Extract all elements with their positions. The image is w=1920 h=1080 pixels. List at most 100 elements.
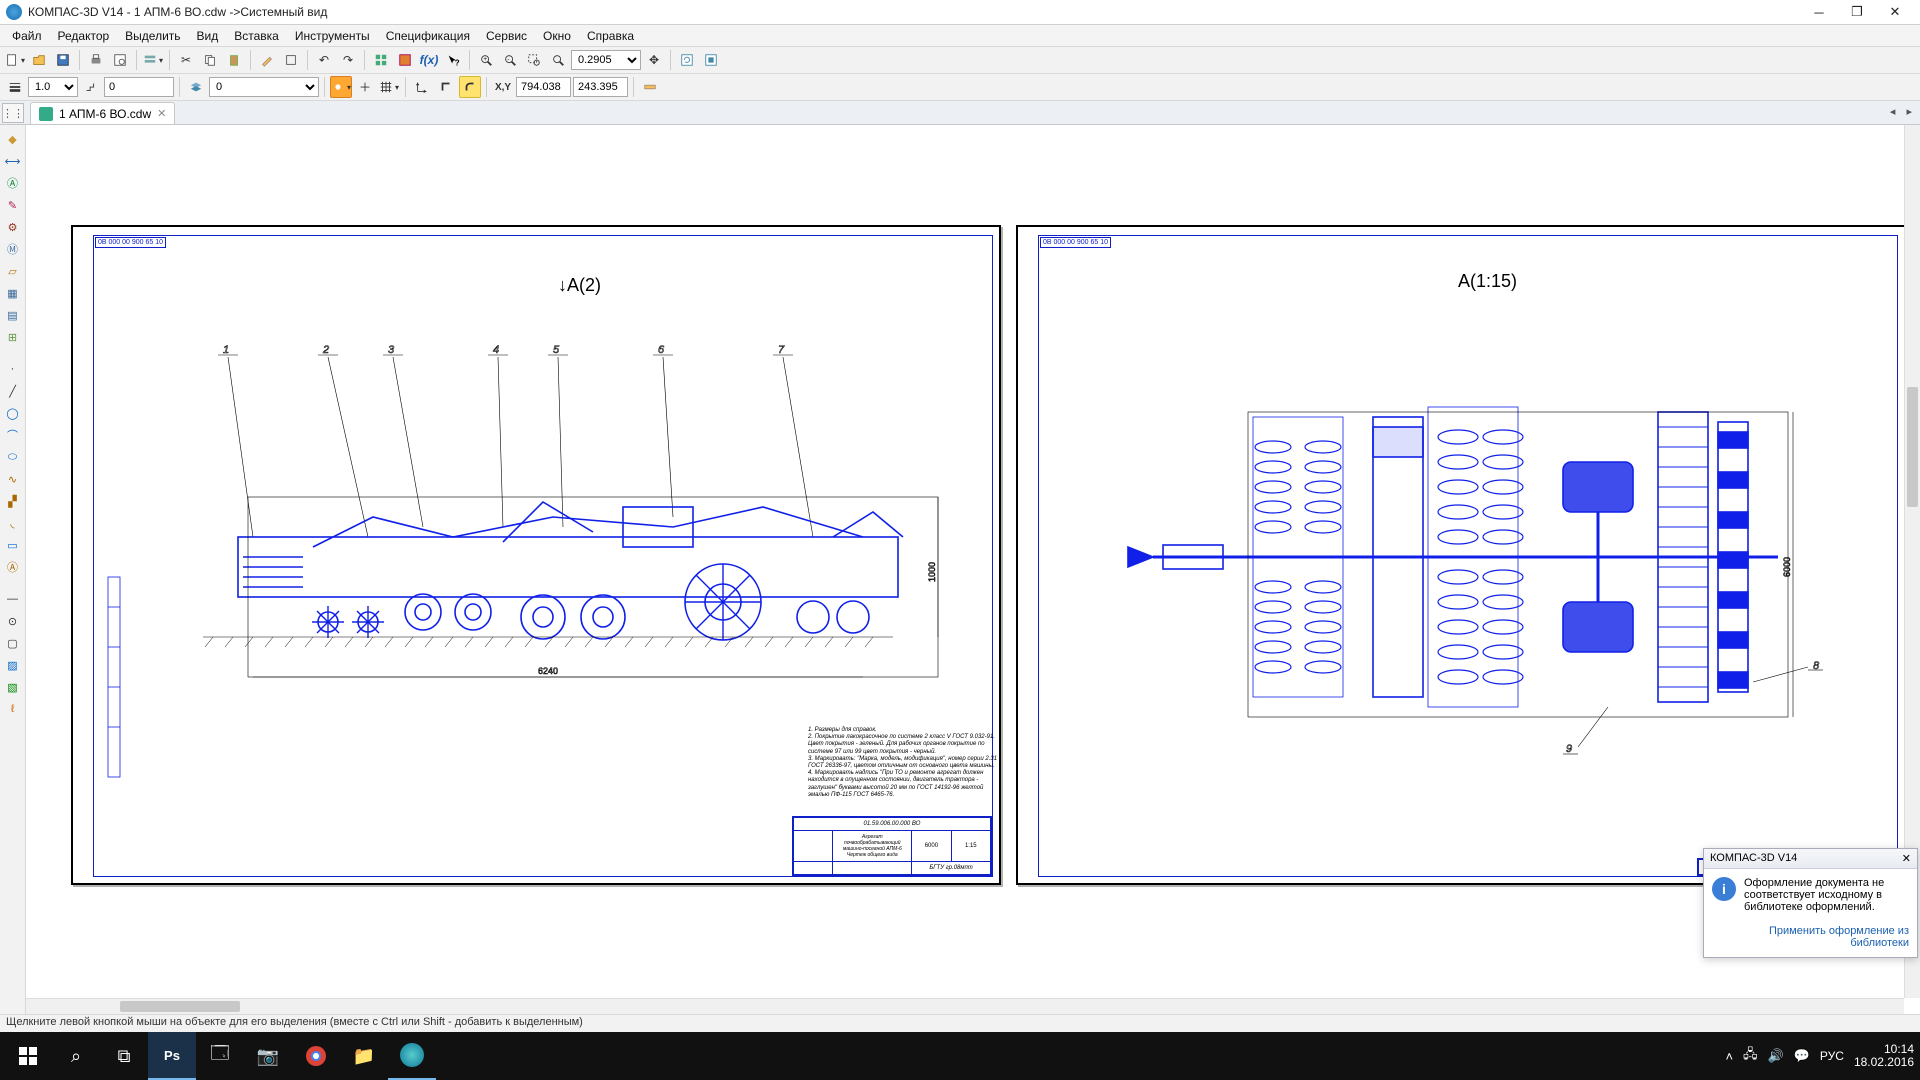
- zoom-window-button[interactable]: [523, 49, 545, 71]
- copy-button[interactable]: [199, 49, 221, 71]
- paste-button[interactable]: [223, 49, 245, 71]
- zoom-in-button[interactable]: +: [475, 49, 497, 71]
- style-button[interactable]: [256, 49, 278, 71]
- step-icon[interactable]: [80, 76, 102, 98]
- task-ps[interactable]: Ps: [148, 1032, 196, 1080]
- hrect-tool[interactable]: ▢: [3, 633, 23, 653]
- line-tool[interactable]: ╱: [3, 381, 23, 401]
- rect-tool[interactable]: ▭: [3, 535, 23, 555]
- dimensions-panel-button[interactable]: ⟷: [3, 151, 23, 171]
- cut-button[interactable]: ✂: [175, 49, 197, 71]
- tray-up-icon[interactable]: ˄: [1725, 1049, 1733, 1064]
- menu-service[interactable]: Сервис: [478, 27, 535, 45]
- doc-tab-close[interactable]: ✕: [157, 107, 166, 120]
- local-cs-button[interactable]: [411, 76, 433, 98]
- task-kompas[interactable]: [388, 1032, 436, 1080]
- zoom-combo[interactable]: 0.2905: [571, 50, 641, 70]
- doc-tab-active[interactable]: 1 АПМ-6 ВО.cdw ✕: [30, 102, 175, 124]
- measure-button[interactable]: [639, 76, 661, 98]
- menu-tools[interactable]: Инструменты: [287, 27, 378, 45]
- format-button[interactable]: [280, 49, 302, 71]
- menu-select[interactable]: Выделить: [117, 27, 188, 45]
- grid-button[interactable]: [378, 76, 400, 98]
- tray-network-icon[interactable]: 🖧: [1743, 1045, 1758, 1067]
- spec-panel-button[interactable]: ▦: [3, 283, 23, 303]
- select-panel-button[interactable]: ▱: [3, 261, 23, 281]
- ortho-button[interactable]: [435, 76, 457, 98]
- refresh-button[interactable]: [676, 49, 698, 71]
- tray-action-icon[interactable]: 💬: [1794, 1048, 1810, 1064]
- close-button[interactable]: ✕: [1876, 0, 1914, 25]
- coord-y-input[interactable]: [573, 77, 628, 97]
- hcircle-tool[interactable]: ⊙: [3, 611, 23, 631]
- scrollbar-horizontal[interactable]: [26, 998, 1904, 1014]
- polygon-tool[interactable]: Ⓐ: [3, 557, 23, 577]
- rebuild-button[interactable]: [700, 49, 722, 71]
- tray-volume-icon[interactable]: 🔊: [1768, 1048, 1784, 1064]
- linewidth-combo[interactable]: 1.0: [28, 77, 78, 97]
- spline-tool[interactable]: ∿: [3, 469, 23, 489]
- edit-panel-button[interactable]: ✎: [3, 195, 23, 215]
- task-camera[interactable]: 📷: [244, 1032, 292, 1080]
- step-input[interactable]: [104, 77, 174, 97]
- chamfer-tool[interactable]: ▞: [3, 491, 23, 511]
- hatch-tool[interactable]: ▨: [3, 655, 23, 675]
- fillet-tool[interactable]: ◟: [3, 513, 23, 533]
- coord-x-input[interactable]: [516, 77, 571, 97]
- measure-panel-button[interactable]: Ⓜ: [3, 239, 23, 259]
- redo-button[interactable]: ↷: [337, 49, 359, 71]
- menu-file[interactable]: Файл: [4, 27, 50, 45]
- snap-button[interactable]: [330, 76, 352, 98]
- print-button[interactable]: [85, 49, 107, 71]
- notif-close[interactable]: ✕: [1902, 852, 1911, 865]
- geometry-panel-button[interactable]: ◆: [3, 129, 23, 149]
- search-button[interactable]: ⌕: [52, 1032, 100, 1080]
- ellipse-tool[interactable]: ⬭: [3, 447, 23, 467]
- ortho régime-button[interactable]: [354, 76, 376, 98]
- menu-view[interactable]: Вид: [189, 27, 227, 45]
- task-chrome[interactable]: [292, 1032, 340, 1080]
- library-manager-button[interactable]: [370, 49, 392, 71]
- zoom-fit-button[interactable]: [547, 49, 569, 71]
- menu-insert[interactable]: Вставка: [226, 27, 287, 45]
- tray-clock[interactable]: 10:14 18.02.2016: [1854, 1043, 1914, 1069]
- fx-button[interactable]: f(x): [418, 49, 440, 71]
- undo-button[interactable]: ↶: [313, 49, 335, 71]
- insert-panel-button[interactable]: ⊞: [3, 327, 23, 347]
- properties-button[interactable]: [142, 49, 164, 71]
- layer-icon[interactable]: [185, 76, 207, 98]
- menu-window[interactable]: Окно: [535, 27, 579, 45]
- symbols-panel-button[interactable]: Ⓐ: [3, 173, 23, 193]
- drawing-canvas[interactable]: 0В 000 00 900 65 10 ↓А(2) 1 2 3 4 5 6 7: [26, 125, 1920, 1014]
- zoom-out-button[interactable]: -: [499, 49, 521, 71]
- circle-tool[interactable]: ◯: [3, 403, 23, 423]
- task-folder[interactable]: 📁: [340, 1032, 388, 1080]
- menu-edit[interactable]: Редактор: [50, 27, 118, 45]
- variables-button[interactable]: [394, 49, 416, 71]
- arc-tool[interactable]: ⌒: [3, 425, 23, 445]
- tab-scroll-arrows[interactable]: ◂ ▸: [1890, 105, 1916, 118]
- save-button[interactable]: [52, 49, 74, 71]
- layer-combo[interactable]: 0: [209, 77, 319, 97]
- start-button[interactable]: [4, 1032, 52, 1080]
- minimize-button[interactable]: ─: [1800, 0, 1838, 25]
- notif-link[interactable]: Применить оформление из библиотеки: [1769, 925, 1909, 949]
- menu-help[interactable]: Справка: [579, 27, 642, 45]
- help-cursor-button[interactable]: ?: [442, 49, 464, 71]
- tab-grip[interactable]: ⋮⋮: [2, 103, 24, 123]
- round-button[interactable]: [459, 76, 481, 98]
- hline-tool[interactable]: —: [3, 589, 23, 609]
- pan-button[interactable]: ✥: [643, 49, 665, 71]
- task-explorer[interactable]: 🗔: [196, 1032, 244, 1080]
- new-doc-button[interactable]: [4, 49, 26, 71]
- menu-spec[interactable]: Спецификация: [378, 27, 478, 45]
- hatch2-tool[interactable]: ▧: [3, 677, 23, 697]
- maximize-button[interactable]: ❐: [1838, 0, 1876, 25]
- point-tool[interactable]: ·: [3, 359, 23, 379]
- linewidth-icon[interactable]: [4, 76, 26, 98]
- open-button[interactable]: [28, 49, 50, 71]
- text-tool[interactable]: ℓ: [3, 699, 23, 719]
- tray-lang[interactable]: РУС: [1820, 1049, 1844, 1063]
- param-panel-button[interactable]: ⚙: [3, 217, 23, 237]
- print-preview-button[interactable]: [109, 49, 131, 71]
